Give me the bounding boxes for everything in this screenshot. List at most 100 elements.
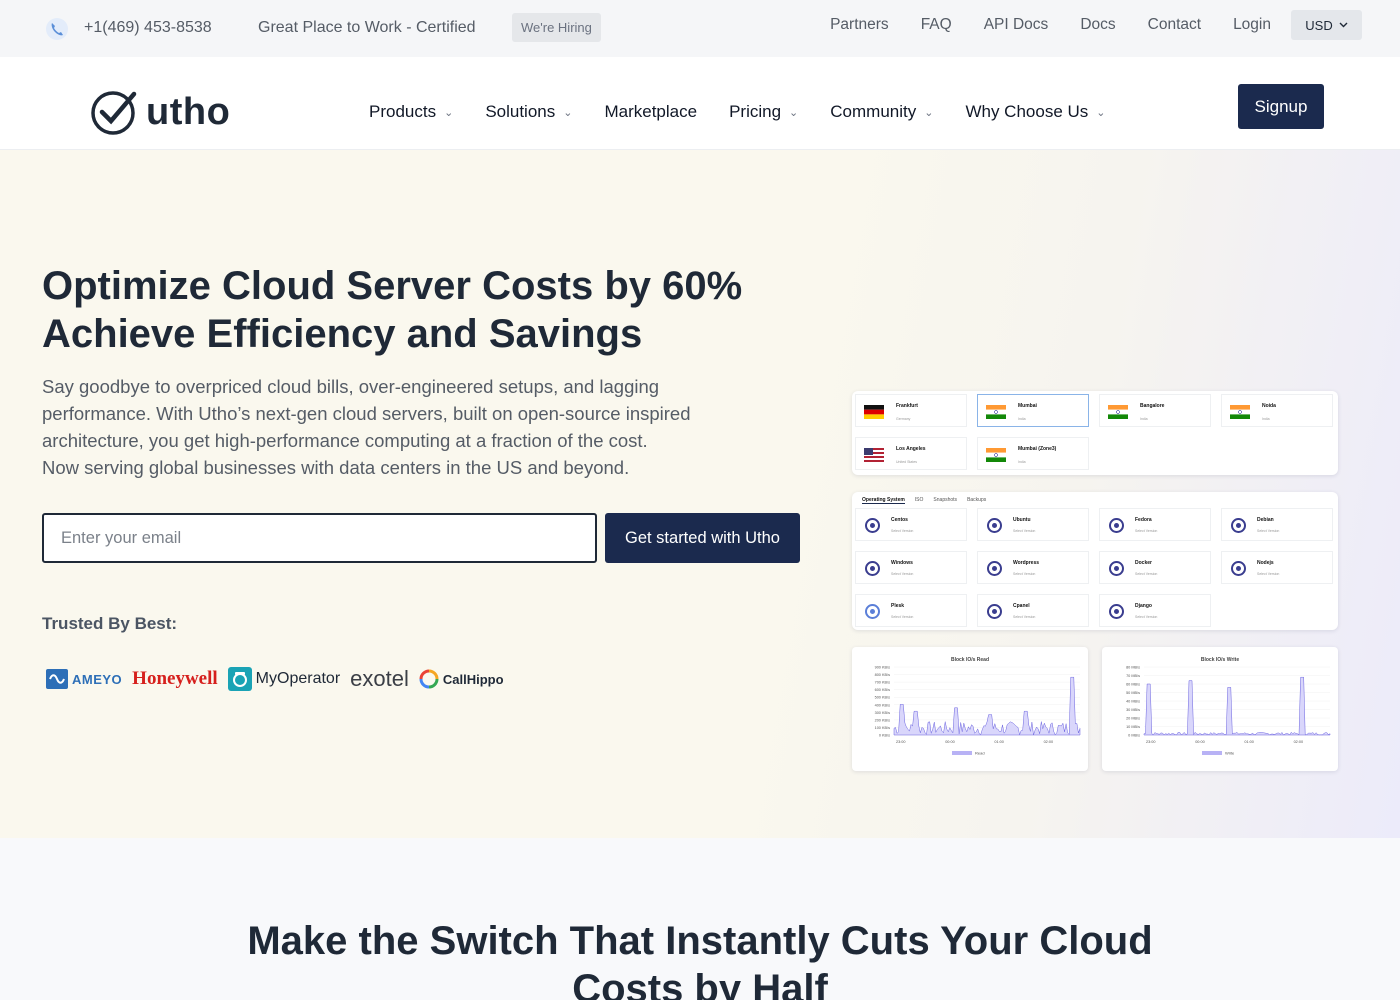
- os-name: Windows: [891, 560, 913, 566]
- nav-pricing[interactable]: Pricing ⌄: [729, 102, 798, 122]
- os-version-label: Select Version: [1013, 615, 1036, 619]
- os-card[interactable]: Debian Select Version: [1221, 508, 1333, 541]
- api-docs-link[interactable]: API Docs: [984, 16, 1049, 34]
- os-name: Cpanel: [1013, 603, 1030, 609]
- nav-solutions[interactable]: Solutions ⌄: [485, 102, 572, 122]
- top-links: Partners FAQ API Docs Docs Contact Login: [830, 16, 1271, 34]
- get-started-button[interactable]: Get started with Utho: [605, 513, 800, 563]
- tab-backups[interactable]: Backups: [967, 497, 986, 503]
- os-card[interactable]: Django Select Version: [1099, 594, 1211, 627]
- read-chart-panel: Block IO/s Read 900 KB/s 800 KB/s 700 KB/s…: [852, 647, 1088, 771]
- hero-desc-line: architecture, you get high-performance c…: [42, 430, 648, 451]
- tab-snapshots[interactable]: Snapshots: [933, 497, 957, 503]
- os-tabs: Operating System ISO Snapshots Backups: [862, 494, 986, 506]
- main-header: utho Products ⌄ Solutions ⌄ Marketplace …: [0, 57, 1400, 150]
- os-card[interactable]: Centos Select Version: [855, 508, 967, 541]
- y-tick-label: 200 KB/s: [875, 718, 891, 722]
- wordpress-icon: [987, 561, 1002, 576]
- nav-marketplace[interactable]: Marketplace: [604, 102, 697, 122]
- location-country: United States: [896, 460, 918, 464]
- os-name: Centos: [891, 517, 908, 523]
- hero-description: Say goodbye to overpriced cloud bills, o…: [42, 373, 762, 481]
- os-card[interactable]: Docker Select Version: [1099, 551, 1211, 584]
- os-card[interactable]: Ubuntu Select Version: [977, 508, 1089, 541]
- nav-label: Community: [830, 102, 917, 121]
- os-card[interactable]: Windows Select Version: [855, 551, 967, 584]
- y-tick-label: 20 MB/s: [1126, 717, 1140, 721]
- tab-operating-system[interactable]: Operating System: [862, 497, 905, 504]
- callhippo-text: CallHippo: [442, 671, 504, 687]
- hero-desc-line: Now serving global businesses with data …: [42, 457, 630, 478]
- x-tick-label: 02:00: [1044, 740, 1054, 744]
- myoperator-mark-icon: [227, 667, 252, 691]
- os-version-label: Select Version: [891, 529, 914, 533]
- read-chart: 900 KB/s 800 KB/s 700 KB/s 600 KB/s 500 KB/s…: [875, 666, 1081, 756]
- nav-products[interactable]: Products ⌄: [369, 102, 453, 122]
- section-title-line: Make the Switch That Instantly Cuts Your…: [247, 919, 1153, 963]
- location-name: Mumbai (Zone3): [1018, 446, 1057, 452]
- phone-icon: [46, 18, 68, 40]
- legend-swatch: [1202, 751, 1222, 755]
- location-name: Bangalore: [1140, 403, 1165, 409]
- nav-label: Why Choose Us: [965, 102, 1089, 121]
- y-tick-label: 70 MB/s: [1126, 674, 1140, 678]
- plesk-icon: [865, 604, 880, 619]
- faq-link[interactable]: FAQ: [921, 16, 952, 34]
- india-flag-icon: [986, 448, 1006, 462]
- nav-community[interactable]: Community ⌄: [830, 102, 933, 122]
- chevron-down-icon: ⌄: [789, 106, 799, 119]
- currency-select[interactable]: USD: [1291, 10, 1362, 40]
- location-card[interactable]: Mumbai India: [977, 394, 1089, 427]
- tab-iso[interactable]: ISO: [915, 497, 924, 503]
- y-tick-label: 600 KB/s: [875, 688, 891, 692]
- y-tick-label: 50 MB/s: [1126, 691, 1140, 695]
- docker-icon: [1109, 561, 1124, 576]
- hero-title-line: Optimize Cloud Server Costs by 60%: [42, 264, 743, 308]
- chevron-down-icon: ⌄: [924, 106, 934, 119]
- main-nav: Products ⌄ Solutions ⌄ Marketplace Prici…: [369, 102, 1138, 122]
- location-card[interactable]: Bangalore India: [1099, 394, 1211, 427]
- docs-link[interactable]: Docs: [1080, 16, 1115, 34]
- os-version-label: Select Version: [1135, 615, 1158, 619]
- os-card[interactable]: Plesk Select Version: [855, 594, 967, 627]
- hiring-badge[interactable]: We're Hiring: [512, 13, 601, 42]
- os-card[interactable]: Wordpress Select Version: [977, 551, 1089, 584]
- windows-icon: [865, 561, 880, 576]
- login-link[interactable]: Login: [1233, 16, 1271, 34]
- partners-link[interactable]: Partners: [830, 16, 889, 34]
- write-chart-panel: Block IO/s Write 80 MB/s 70 MB/s 60 MB/s 50…: [1102, 647, 1338, 771]
- os-version-label: Select Version: [1135, 572, 1158, 576]
- x-tick-label: 02:00: [1294, 740, 1304, 744]
- email-input[interactable]: [42, 513, 597, 563]
- os-card[interactable]: Cpanel Select Version: [977, 594, 1089, 627]
- location-card[interactable]: Frankfurt Germany: [855, 394, 967, 427]
- location-country: India: [1262, 417, 1270, 421]
- nav-why-choose-us[interactable]: Why Choose Us ⌄: [965, 102, 1105, 122]
- location-card[interactable]: Noida India: [1221, 394, 1333, 427]
- y-tick-label: 400 KB/s: [875, 703, 891, 707]
- os-version-label: Select Version: [891, 572, 914, 576]
- signup-button[interactable]: Signup: [1238, 84, 1324, 129]
- india-flag-icon: [986, 405, 1006, 419]
- y-tick-label: 700 KB/s: [875, 681, 891, 685]
- x-tick-label: 23:00: [896, 740, 906, 744]
- honeywell-logo: Honeywell: [132, 668, 218, 690]
- legend-swatch: [952, 751, 972, 755]
- ameyo-logo: AMEYO: [46, 669, 122, 689]
- nav-label: Products: [369, 102, 437, 121]
- y-tick-label: 10 MB/s: [1126, 725, 1140, 729]
- top-bar: +1(469) 453-8538 Great Place to Work - C…: [0, 0, 1400, 57]
- os-card[interactable]: Fedora Select Version: [1099, 508, 1211, 541]
- hero-title: Optimize Cloud Server Costs by 60% Achie…: [42, 262, 842, 358]
- y-tick-label: 0 KB/s: [879, 734, 890, 738]
- contact-link[interactable]: Contact: [1148, 16, 1201, 34]
- phone-number[interactable]: +1(469) 453-8538: [84, 19, 212, 37]
- y-tick-label: 60 MB/s: [1126, 683, 1140, 687]
- utho-logo[interactable]: utho: [90, 87, 230, 137]
- y-tick-label: 80 MB/s: [1126, 666, 1140, 670]
- location-card[interactable]: Los Angeles United States: [855, 437, 967, 470]
- y-tick-label: 900 KB/s: [875, 666, 891, 670]
- location-card[interactable]: Mumbai (Zone3) India: [977, 437, 1089, 470]
- os-card[interactable]: Nodejs Select Version: [1221, 551, 1333, 584]
- y-tick-label: 300 KB/s: [875, 711, 891, 715]
